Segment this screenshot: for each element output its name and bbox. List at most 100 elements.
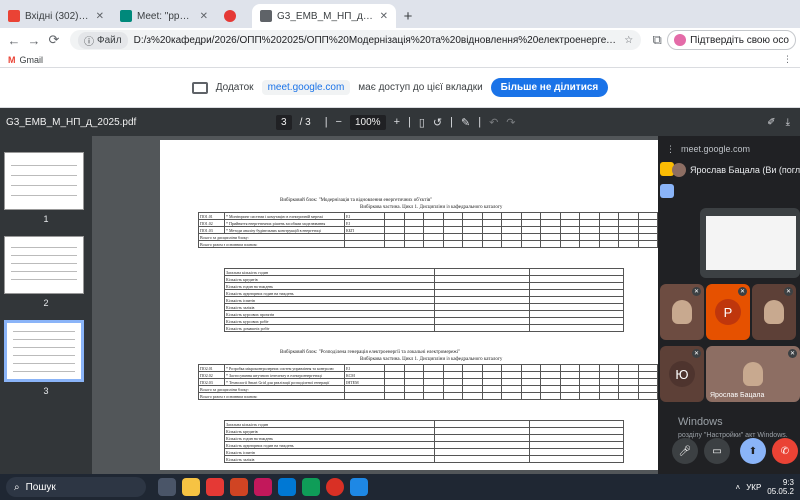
- clock[interactable]: 9:3 05.05.2: [767, 478, 794, 496]
- participant-tile[interactable]: ✕: [660, 284, 704, 340]
- fit-page-icon[interactable]: ▯: [419, 116, 425, 129]
- mic-off-icon: ✕: [784, 287, 793, 296]
- zoom-input[interactable]: 100%: [349, 114, 386, 130]
- document-icon: [260, 10, 272, 22]
- back-arrow-icon[interactable]: ←: [4, 30, 24, 50]
- bookmark-gmail[interactable]: Gmail: [20, 55, 44, 65]
- browser-toolbar: ← → ⟳ ⓘ Файл D:/з%20кафедри/2026/ОПП%2020…: [0, 28, 800, 52]
- tab-meet[interactable]: Meet: "ppn-gohn-tbv" ✕: [112, 4, 216, 28]
- share-prefix: Додаток: [215, 82, 254, 93]
- zoom-in-icon[interactable]: +: [394, 116, 400, 128]
- pdf-page: Вибірковий блок: "Модернізація та віднов…: [160, 140, 658, 470]
- annotate-icon[interactable]: ✎: [461, 116, 470, 129]
- close-icon[interactable]: ✕: [194, 11, 208, 22]
- new-tab-button[interactable]: +: [396, 4, 420, 28]
- participant-tile[interactable]: ✕: [752, 284, 796, 340]
- present-icon: ⬆: [748, 445, 758, 457]
- info-icon: ⓘ: [84, 36, 94, 48]
- camera-icon: ▭: [712, 445, 722, 457]
- tab-strip: Вхідні (302) - yaroslav.batsala ✕ Meet: …: [0, 0, 800, 28]
- thumbnail-page-2[interactable]: [4, 236, 84, 294]
- language-indicator[interactable]: УКР: [746, 483, 761, 492]
- taskbar-search[interactable]: ⌕ Пошук: [6, 477, 146, 497]
- tab-pdf[interactable]: G3_ЕМВ_М_НП_д_2025.pdf ✕: [252, 4, 396, 28]
- extensions-icon[interactable]: ⧉: [647, 30, 667, 50]
- task-view-icon[interactable]: [158, 478, 176, 496]
- close-icon[interactable]: ✕: [374, 11, 388, 22]
- block-title: Вибірковий блок: "Розподілена генерація …: [280, 350, 461, 355]
- site-info-chip[interactable]: ⓘ Файл: [78, 31, 128, 49]
- separator-icon: |: [450, 116, 453, 128]
- thumbnail-page-3[interactable]: [4, 320, 84, 382]
- thumbnail-label: 2: [43, 298, 49, 308]
- menu-icon[interactable]: ⋮: [666, 144, 675, 155]
- pdf-viewer[interactable]: Вибірковий блок: "Модернізація та віднов…: [92, 136, 658, 474]
- leave-call-button[interactable]: ✆: [772, 438, 798, 464]
- shared-screen-preview[interactable]: [700, 208, 800, 278]
- tab-label: Вхідні (302) - yaroslav.batsala: [25, 10, 90, 22]
- tab-gmail[interactable]: Вхідні (302) - yaroslav.batsala ✕: [0, 4, 112, 28]
- curriculum-table-2: ПО2.01 * Розробка мікроконтролерних систе…: [198, 364, 658, 400]
- mic-off-icon: ✕: [692, 287, 701, 296]
- reload-icon[interactable]: ⟳: [44, 30, 64, 50]
- table-row: ПО1.02 * Прийняття енергетичних рішень за…: [198, 219, 658, 227]
- table-row: ПО2.01 * Розробка мікроконтролерних систе…: [198, 364, 658, 372]
- thumbnail-page-1[interactable]: [4, 152, 84, 210]
- camera-button[interactable]: ▭: [704, 438, 730, 464]
- record-icon: [224, 10, 236, 22]
- mic-off-icon: ✕: [738, 287, 747, 296]
- table-row: ПО2.03 * Технології Smart Grid для реаліз…: [198, 378, 658, 386]
- redo-icon[interactable]: ↷: [506, 116, 515, 129]
- profile-button[interactable]: Підтвердіть свою осо: [667, 30, 796, 50]
- stop-sharing-button[interactable]: Більше не ділитися: [490, 78, 609, 97]
- block-title: Вибірковий блок: "Модернізація та віднов…: [280, 198, 433, 203]
- chrome-icon[interactable]: [326, 478, 344, 496]
- people-icon[interactable]: [660, 184, 674, 198]
- app-icon[interactable]: [350, 478, 368, 496]
- app-icon[interactable]: [206, 478, 224, 496]
- forward-arrow-icon[interactable]: →: [24, 30, 44, 50]
- self-name: Ярослав Бацала: [710, 392, 765, 399]
- separator-icon: |: [478, 116, 482, 128]
- share-suffix: має доступ до цієї вкладки: [358, 82, 483, 93]
- avatar: [674, 34, 687, 46]
- separator-icon: |: [324, 116, 328, 128]
- table-row: Всього разом з основним планом:: [198, 240, 658, 248]
- screen-share-icon: [191, 81, 208, 94]
- table-row: Всього за дисципліни блоку:: [198, 385, 658, 393]
- site-label: Файл: [97, 34, 122, 46]
- participant-tile[interactable]: Р ✕: [706, 284, 750, 340]
- tab-recording[interactable]: [216, 4, 252, 28]
- download-icon[interactable]: ⤓: [786, 117, 790, 128]
- presenter-label: Ярослав Бацала (Ви (погляд: [672, 160, 800, 180]
- participant-video: [672, 300, 692, 324]
- self-tile[interactable]: ✕ Ярослав Бацала: [706, 346, 800, 402]
- zoom-icon[interactable]: [278, 478, 296, 496]
- tab-label: Meet: "ppn-gohn-tbv": [137, 10, 194, 22]
- star-icon[interactable]: ☆: [618, 35, 633, 46]
- participant-tile[interactable]: Ю ✕: [660, 346, 704, 402]
- mic-button[interactable]: 🎤︎: [672, 438, 698, 464]
- zoom-out-icon[interactable]: −: [336, 116, 342, 128]
- mic-off-icon: ✕: [692, 349, 701, 358]
- edge-icon[interactable]: [302, 478, 320, 496]
- app-icon[interactable]: [254, 478, 272, 496]
- avatar: [672, 163, 686, 177]
- table-row: Всього за дисципліни блоку:: [198, 233, 658, 241]
- rotate-icon[interactable]: ↺: [433, 116, 442, 129]
- search-icon: ⌕: [14, 481, 20, 493]
- file-explorer-icon[interactable]: [182, 478, 200, 496]
- page-number-input[interactable]: 3: [276, 114, 292, 130]
- close-icon[interactable]: ✕: [90, 11, 104, 22]
- summary-table-1: Загальна кількість годин Кількість креди…: [224, 268, 624, 332]
- edit-icon[interactable]: ✐: [767, 117, 775, 128]
- powerpoint-icon[interactable]: [230, 478, 248, 496]
- clock-date: 05.05.2: [767, 487, 794, 496]
- chevron-up-icon[interactable]: ˄: [736, 483, 741, 492]
- undo-icon[interactable]: ↶: [489, 116, 498, 129]
- present-button[interactable]: ⬆: [740, 438, 766, 464]
- more-icon[interactable]: ⋮: [783, 54, 792, 65]
- address-bar[interactable]: ⓘ Файл D:/з%20кафедри/2026/ОПП%202025/ОПП…: [70, 30, 642, 50]
- mic-icon: 🎤︎: [678, 445, 692, 457]
- phone-icon: ✆: [780, 445, 790, 457]
